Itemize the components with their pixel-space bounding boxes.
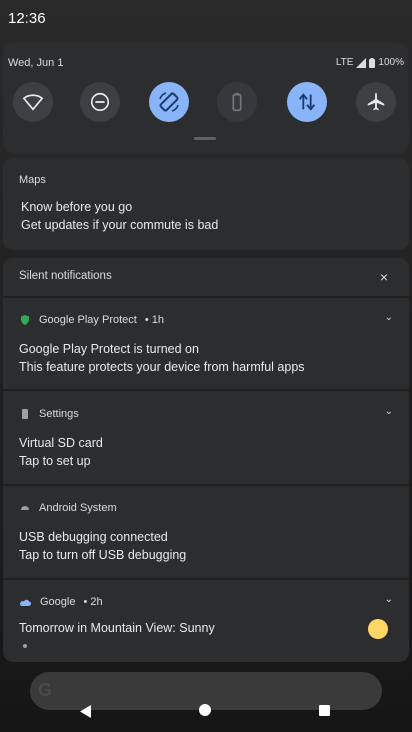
silent-notifications-header: Silent notifications: [19, 270, 112, 282]
navigation-bar: [0, 700, 412, 732]
divider: [3, 389, 409, 391]
notification-time: • 2h: [83, 596, 103, 608]
phone-icon: [22, 409, 28, 419]
notification-text: Tap to turn off USB debugging: [19, 548, 187, 562]
notification-android-system[interactable]: Android System USB debugging connected T…: [3, 502, 409, 572]
chevron-down-icon[interactable]: ⌄: [385, 594, 393, 605]
tile-wifi[interactable]: [13, 82, 53, 122]
mobile-data-icon: [298, 93, 316, 111]
qs-date: Wed, Jun 1: [8, 57, 64, 69]
notification-time: • 1h: [144, 314, 164, 326]
network-type: LTE: [335, 57, 354, 68]
google-logo: G: [38, 680, 53, 700]
notification-title: USB debugging connected: [19, 530, 168, 544]
divider: [3, 578, 409, 580]
tile-mobile-data[interactable]: [287, 82, 327, 122]
auto-rotate-icon: [159, 92, 179, 112]
qs-system-icons: LTE 100%: [336, 57, 404, 68]
scroll-indicator: [23, 644, 27, 648]
tile-auto-rotate[interactable]: [149, 82, 189, 122]
notification-title: Virtual SD card: [19, 436, 103, 450]
maps-notification-text: Get updates if your commute is bad: [21, 218, 219, 232]
home-button[interactable]: [199, 704, 211, 716]
battery-level: 100%: [378, 57, 404, 68]
divider: [3, 484, 409, 486]
chevron-down-icon[interactable]: ⌄: [385, 406, 393, 417]
notification-play-protect[interactable]: Google Play Protect • 1h ⌄ Google Play P…: [3, 312, 409, 384]
notification-app-row: Android System: [19, 502, 117, 514]
drag-handle[interactable]: [194, 137, 216, 140]
tile-do-not-disturb[interactable]: [80, 82, 120, 122]
sun-icon: [368, 619, 388, 639]
notification-app-name: Android System: [39, 502, 117, 514]
do-not-disturb-icon: [90, 92, 110, 112]
notification-app-name: Google Play Protect: [39, 314, 137, 326]
notification-settings[interactable]: Settings ⌄ Virtual SD card Tap to set up: [3, 406, 409, 478]
recents-button[interactable]: [319, 705, 330, 716]
chevron-down-icon[interactable]: ⌄: [385, 312, 393, 323]
notification-title: Tomorrow in Mountain View: Sunny: [19, 621, 215, 635]
divider: [3, 296, 409, 298]
back-icon[interactable]: [80, 705, 92, 718]
notification-app-name: Settings: [39, 408, 79, 420]
airplane-icon: [367, 92, 385, 111]
notification-app-row: Google • 2h: [19, 596, 103, 608]
cloud-icon: [20, 599, 31, 606]
tile-battery-saver[interactable]: [217, 82, 257, 122]
maps-app-name: Maps: [19, 174, 46, 186]
notification-app-row: Settings: [19, 408, 79, 420]
notification-google[interactable]: Google • 2h ⌄ Tomorrow in Mountain View:…: [3, 594, 409, 662]
maps-notification[interactable]: Maps Know before you go Get updates if y…: [3, 158, 409, 250]
shield-icon: [21, 315, 29, 325]
battery-icon: [369, 57, 376, 68]
status-time: 12:36: [8, 10, 46, 27]
notification-app-row: Google Play Protect • 1h: [19, 314, 164, 326]
notification-text: Tap to set up: [19, 454, 91, 468]
tile-airplane-mode[interactable]: [356, 82, 396, 122]
battery-saver-icon: [232, 92, 242, 112]
maps-app-row: Maps: [19, 174, 46, 186]
android-icon: [21, 506, 29, 510]
clear-silent-button[interactable]: ×: [375, 268, 393, 286]
notification-text: This feature protects your device from h…: [19, 360, 305, 374]
wifi-icon: [22, 94, 44, 111]
maps-notification-title: Know before you go: [21, 200, 133, 214]
signal-icon: [356, 57, 367, 68]
silent-notifications-section: Silent notifications × Google Play Prote…: [3, 258, 409, 662]
quick-settings-tiles: [0, 82, 412, 124]
notification-title: Google Play Protect is turned on: [19, 342, 199, 356]
notification-app-name: Google: [40, 596, 76, 608]
